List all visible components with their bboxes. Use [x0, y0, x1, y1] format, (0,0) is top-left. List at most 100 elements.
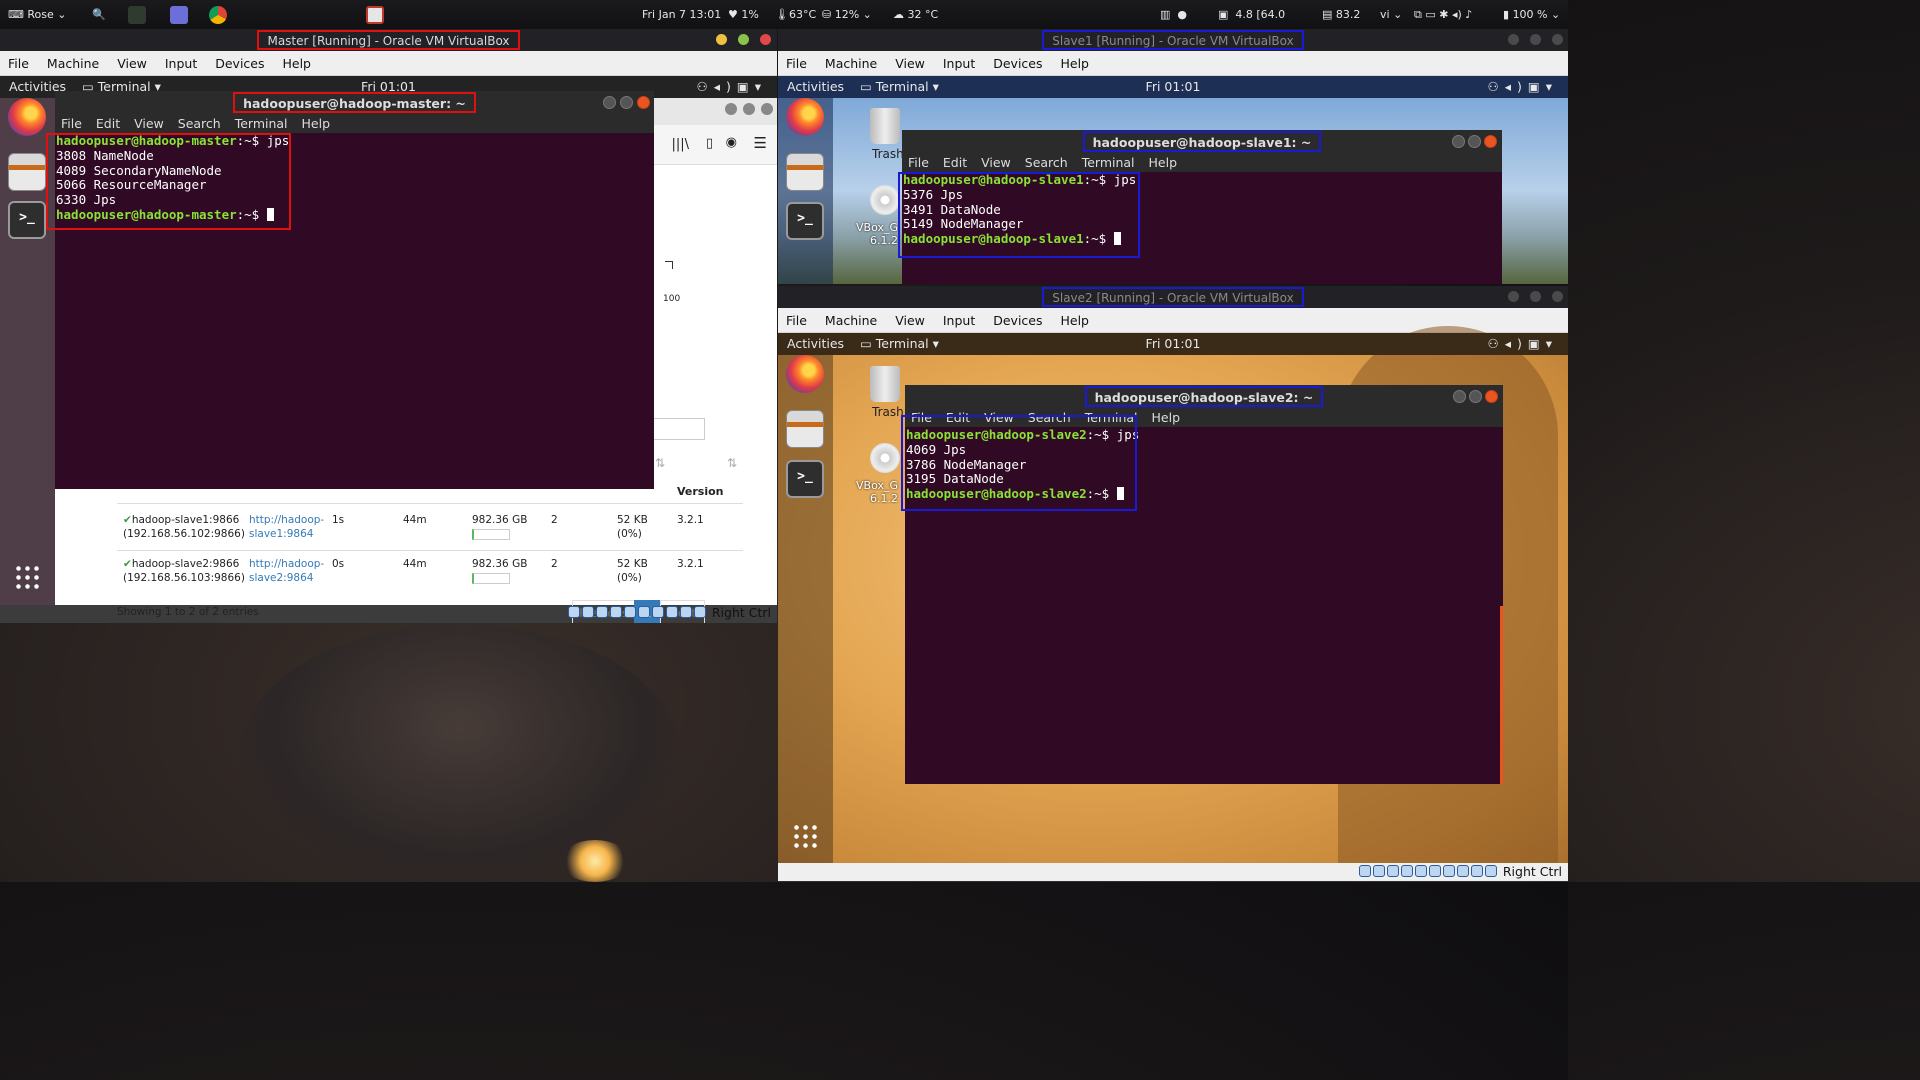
menu-terminal[interactable]: Terminal: [1082, 155, 1135, 170]
menu-devices[interactable]: Devices: [993, 313, 1042, 328]
menu-terminal[interactable]: Terminal: [1085, 410, 1138, 425]
slave2-vm-titlebar[interactable]: Slave2 [Running] - Oracle VM VirtualBox: [778, 286, 1568, 308]
menu-help[interactable]: Help: [1149, 155, 1178, 170]
terminal-titlebar[interactable]: hadoopuser@hadoop-slave2: ~: [905, 385, 1503, 409]
sort-icon[interactable]: ⇅: [727, 456, 737, 470]
maximize-button[interactable]: [1530, 291, 1541, 302]
menu-view[interactable]: View: [895, 313, 925, 328]
terminal-output[interactable]: hadoopuser@hadoop-slave1:~$ jps 5376 Jps 3…: [902, 172, 1502, 284]
maximize-button[interactable]: [620, 96, 633, 109]
guest-tray[interactable]: ⚇◂)▣▾: [1488, 333, 1558, 355]
menu-input[interactable]: Input: [165, 56, 197, 71]
close-button[interactable]: [1484, 135, 1497, 148]
menu-view[interactable]: View: [984, 410, 1014, 425]
system-tray[interactable]: ⧉ ▭ ✱ ◂) ♪: [1414, 0, 1472, 29]
firefox-icon[interactable]: [8, 98, 46, 136]
terminal-launcher[interactable]: [128, 0, 146, 29]
menu-terminal[interactable]: Terminal: [235, 116, 288, 131]
menu-help[interactable]: Help: [1060, 56, 1089, 71]
slave1-vm-titlebar[interactable]: Slave1 [Running] - Oracle VM VirtualBox: [778, 29, 1568, 51]
terminal-icon[interactable]: >_: [8, 201, 46, 239]
chrome-launcher[interactable]: [209, 0, 227, 29]
menu-machine[interactable]: Machine: [47, 56, 99, 71]
close-button[interactable]: [1552, 34, 1563, 45]
clock[interactable]: Fri Jan 7 13:01: [642, 0, 721, 29]
firefox-icon[interactable]: [786, 98, 824, 136]
menu-view[interactable]: View: [981, 155, 1011, 170]
minimize-button[interactable]: [716, 34, 727, 45]
library-icon[interactable]: |||\: [671, 137, 689, 152]
close-button[interactable]: [1485, 390, 1498, 403]
menu-file[interactable]: File: [908, 155, 929, 170]
hamburger-menu-icon[interactable]: ☰: [754, 134, 767, 152]
close-button[interactable]: [760, 34, 771, 45]
files-icon[interactable]: [786, 153, 824, 191]
user-menu[interactable]: ⌨ Rose ⌄: [8, 0, 67, 29]
files-icon[interactable]: [786, 410, 824, 448]
menu-edit[interactable]: Edit: [943, 155, 967, 170]
show-apps-icon[interactable]: [792, 823, 818, 849]
terminal-titlebar[interactable]: hadoopuser@hadoop-slave1: ~: [902, 130, 1502, 154]
menu-search[interactable]: Search: [1028, 410, 1071, 425]
maximize-button[interactable]: [738, 34, 749, 45]
maximize-button[interactable]: [1469, 390, 1482, 403]
account-icon[interactable]: ◉: [726, 135, 737, 150]
terminal-icon[interactable]: >_: [786, 460, 824, 498]
battery-indicator[interactable]: ▮ 100 % ⌄: [1503, 0, 1560, 29]
trash-icon[interactable]: [870, 108, 900, 144]
menu-file[interactable]: File: [786, 56, 807, 71]
guest-tray[interactable]: ⚇◂)▣▾: [1488, 76, 1558, 98]
minimize-button[interactable]: [1508, 34, 1519, 45]
search-icon[interactable]: 🔍: [92, 0, 106, 29]
minimize-button[interactable]: [603, 96, 616, 109]
scrollbar[interactable]: [1500, 606, 1503, 784]
master-vm-titlebar[interactable]: Master [Running] - Oracle VM VirtualBox: [0, 29, 777, 51]
terminal-output[interactable]: hadoopuser@hadoop-master:~$ jps 3808 Name…: [55, 133, 654, 489]
menu-view[interactable]: View: [117, 56, 147, 71]
app-launcher[interactable]: [170, 0, 188, 29]
menu-help[interactable]: Help: [1060, 313, 1089, 328]
terminal-output[interactable]: hadoopuser@hadoop-slave2:~$ jps 4069 Jps 3…: [905, 427, 1503, 784]
search-input[interactable]: [651, 418, 705, 440]
files-icon[interactable]: [8, 153, 46, 191]
menu-view[interactable]: View: [895, 56, 925, 71]
close-button[interactable]: [637, 96, 650, 109]
node-link[interactable]: http://hadoop-slave1:9864: [249, 513, 324, 541]
guest-clock[interactable]: Fri 01:01: [778, 76, 1568, 98]
menu-help[interactable]: Help: [1152, 410, 1181, 425]
column-version[interactable]: Version: [677, 485, 724, 498]
menu-machine[interactable]: Machine: [825, 56, 877, 71]
menu-help[interactable]: Help: [282, 56, 311, 71]
disc-icon[interactable]: [870, 443, 900, 473]
guest-tray[interactable]: ⚇◂)▣▾: [697, 76, 767, 98]
minimize-button[interactable]: [1508, 291, 1519, 302]
tray-icons[interactable]: ▥ ●: [1160, 0, 1190, 29]
maximize-button[interactable]: [743, 103, 755, 115]
close-button[interactable]: [1552, 291, 1563, 302]
notes-launcher[interactable]: [366, 0, 384, 29]
terminal-icon[interactable]: >_: [786, 202, 824, 240]
firefox-icon[interactable]: [786, 355, 824, 393]
menu-edit[interactable]: Edit: [946, 410, 970, 425]
menu-file[interactable]: File: [61, 116, 82, 131]
menu-machine[interactable]: Machine: [825, 313, 877, 328]
menu-file[interactable]: File: [911, 410, 932, 425]
menu-input[interactable]: Input: [943, 56, 975, 71]
disc-icon[interactable]: [870, 185, 900, 215]
menu-input[interactable]: Input: [943, 313, 975, 328]
menu-search[interactable]: Search: [178, 116, 221, 131]
minimize-button[interactable]: [1453, 390, 1466, 403]
menu-file[interactable]: File: [8, 56, 29, 71]
menu-view[interactable]: View: [134, 116, 164, 131]
maximize-button[interactable]: [1468, 135, 1481, 148]
menu-help[interactable]: Help: [302, 116, 331, 131]
close-button[interactable]: [761, 103, 773, 115]
menu-edit[interactable]: Edit: [96, 116, 120, 131]
guest-clock[interactable]: Fri 01:01: [778, 333, 1568, 355]
sidebar-icon[interactable]: ▯: [706, 136, 713, 151]
menu-search[interactable]: Search: [1025, 155, 1068, 170]
node-link[interactable]: http://hadoop-slave2:9864: [249, 557, 324, 585]
keyboard-layout[interactable]: vi ⌄: [1380, 0, 1402, 29]
menu-devices[interactable]: Devices: [993, 56, 1042, 71]
minimize-button[interactable]: [725, 103, 737, 115]
